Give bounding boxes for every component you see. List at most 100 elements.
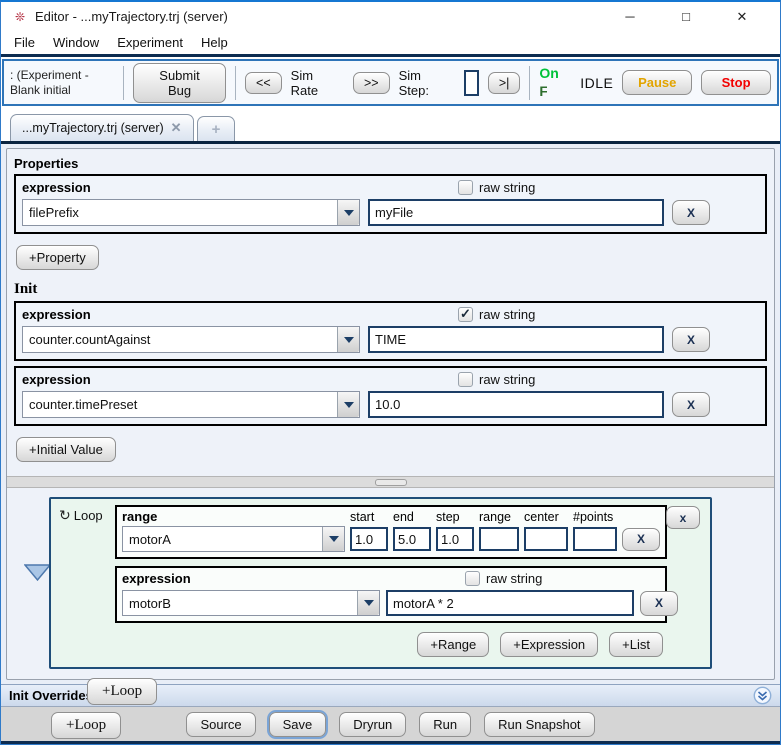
expression-controls: counter.timePreset X (22, 391, 759, 418)
checkmark-icon: ✓ (460, 306, 471, 321)
title-bar[interactable]: ❊ Editor - ...myTrajectory.trj (server) … (1, 2, 780, 31)
clipped-status-text: F (539, 82, 548, 99)
target-dropdown[interactable]: filePrefix (22, 199, 360, 226)
range-header-step: step (436, 509, 460, 524)
menu-experiment[interactable]: Experiment (108, 32, 192, 53)
range-center-input[interactable] (524, 527, 568, 551)
range-type-label: range (122, 509, 158, 524)
add-tab-button[interactable]: + (196, 116, 236, 141)
dropdown-value: filePrefix (29, 205, 79, 220)
expression-type-label: expression (22, 307, 91, 322)
raw-string-checkbox[interactable]: ✓ (458, 180, 473, 195)
remove-loop-button[interactable]: x (666, 506, 700, 529)
toolbar-wrap: : (Experiment - Blank initial Submit Bug… (1, 57, 780, 109)
raw-string-checkbox[interactable]: ✓ (458, 372, 473, 387)
idle-status: IDLE (580, 74, 614, 91)
remove-row-button[interactable]: X (672, 327, 710, 352)
chevron-down-icon (343, 209, 354, 216)
raw-string-checkbox[interactable]: ✓ (465, 571, 480, 586)
experiment-status-label: : (Experiment - Blank initial (10, 67, 89, 97)
properties-heading: Properties (14, 156, 79, 171)
raw-string-label: raw string (479, 372, 536, 387)
dropdown-value: motorB (129, 596, 171, 611)
range-target-dropdown[interactable]: motorA (122, 526, 345, 552)
add-list-button[interactable]: +List (609, 632, 663, 657)
expression-type-label: expression (122, 571, 191, 586)
add-range-button[interactable]: +Range (417, 632, 490, 657)
collapse-triangle-icon[interactable] (24, 564, 51, 582)
expression-type-label: expression (22, 180, 91, 195)
properties-init-pane: Properties expression ✓ raw string fileP… (7, 149, 774, 476)
range-header-start: start (350, 509, 375, 524)
menu-file[interactable]: File (5, 32, 44, 53)
add-property-button[interactable]: +Property (16, 245, 99, 270)
expression-target-dropdown[interactable]: motorB (122, 590, 380, 616)
range-end-input[interactable] (393, 527, 431, 551)
dropdown-button[interactable] (337, 327, 359, 352)
app-icon: ❊ (14, 9, 26, 24)
range-points-input[interactable] (573, 527, 617, 551)
loop-panel: ↻Loop range start end step range center (49, 497, 712, 669)
range-start-input[interactable] (350, 527, 388, 551)
pause-button[interactable]: Pause (622, 70, 693, 95)
loop-add-buttons: +Range +Expression +List (115, 632, 667, 657)
submit-bug-button[interactable]: Submit Bug (133, 62, 227, 103)
sim-rate-down-button[interactable]: << (245, 71, 282, 94)
splitter[interactable] (7, 476, 774, 488)
add-initial-value-button[interactable]: +Initial Value (16, 437, 116, 462)
remove-expression-button[interactable]: X (640, 590, 678, 616)
minimize-icon[interactable]: ─ (622, 9, 638, 25)
sim-rate-label: Sim Rate (290, 67, 319, 98)
dropdown-button[interactable] (337, 200, 359, 225)
loop-pane: ↻Loop range start end step range center (7, 488, 774, 739)
chevron-down-icon (343, 401, 354, 408)
remove-row-button[interactable]: X (672, 392, 710, 417)
chevron-down-icon (343, 336, 354, 343)
raw-string-checkbox[interactable]: ✓ (458, 307, 473, 322)
init-heading: Init (14, 281, 38, 297)
step-once-button[interactable]: >| (487, 71, 521, 94)
stop-button[interactable]: Stop (701, 70, 772, 95)
window-title: Editor - ...myTrajectory.trj (server) (35, 9, 228, 24)
menu-window[interactable]: Window (44, 32, 108, 53)
expression-value-input[interactable] (368, 199, 664, 226)
raw-string-option: ✓ raw string (458, 372, 535, 387)
raw-string-label: raw string (486, 571, 543, 586)
range-range-input[interactable] (479, 527, 519, 551)
range-step-input[interactable] (436, 527, 474, 551)
close-icon[interactable]: ✕ (734, 9, 750, 25)
splitter-handle[interactable] (374, 478, 407, 486)
dropdown-button[interactable] (357, 591, 379, 615)
expression-value-input[interactable] (386, 590, 634, 616)
menu-help[interactable]: Help (192, 32, 237, 53)
add-loop-button[interactable]: +Loop (51, 712, 122, 739)
toolbar-separator (529, 65, 531, 100)
tab-close-icon[interactable]: ✕ (171, 120, 182, 136)
range-header-points: #points (573, 509, 614, 524)
dropdown-button[interactable] (337, 392, 359, 417)
init-expression-panel: expression ✓ raw string counter.countAga… (14, 301, 767, 361)
expression-value-input[interactable] (368, 391, 664, 418)
sim-step-input[interactable] (463, 69, 479, 96)
range-panel: range start end step range center #point… (115, 505, 667, 559)
target-dropdown[interactable]: counter.countAgainst (22, 326, 360, 353)
init-expression-panel: expression ✓ raw string counter.timePres… (14, 366, 767, 426)
add-nested-loop-button[interactable]: +Loop (87, 678, 158, 705)
dropdown-button[interactable] (322, 527, 344, 551)
content-area: Properties expression ✓ raw string fileP… (1, 144, 780, 739)
tab-trajectory[interactable]: ...myTrajectory.trj (server) ✕ (10, 114, 194, 141)
maximize-icon[interactable]: □ (678, 9, 694, 25)
toolbar-separator (123, 65, 124, 100)
expression-value-input[interactable] (368, 326, 664, 353)
editor-window: ❊ Editor - ...myTrajectory.trj (server) … (0, 0, 781, 745)
add-expression-button[interactable]: +Expression (500, 632, 599, 657)
plus-icon: + (211, 121, 221, 138)
chevron-down-icon (328, 536, 339, 542)
toolbar-separator (235, 65, 237, 100)
expression-type-label: expression (22, 372, 91, 387)
remove-row-button[interactable]: X (672, 200, 710, 225)
target-dropdown[interactable]: counter.timePreset (22, 391, 360, 418)
sim-rate-up-button[interactable]: >> (353, 71, 390, 94)
raw-string-option: ✓ raw string (458, 307, 535, 322)
remove-range-button[interactable]: X (622, 527, 660, 551)
